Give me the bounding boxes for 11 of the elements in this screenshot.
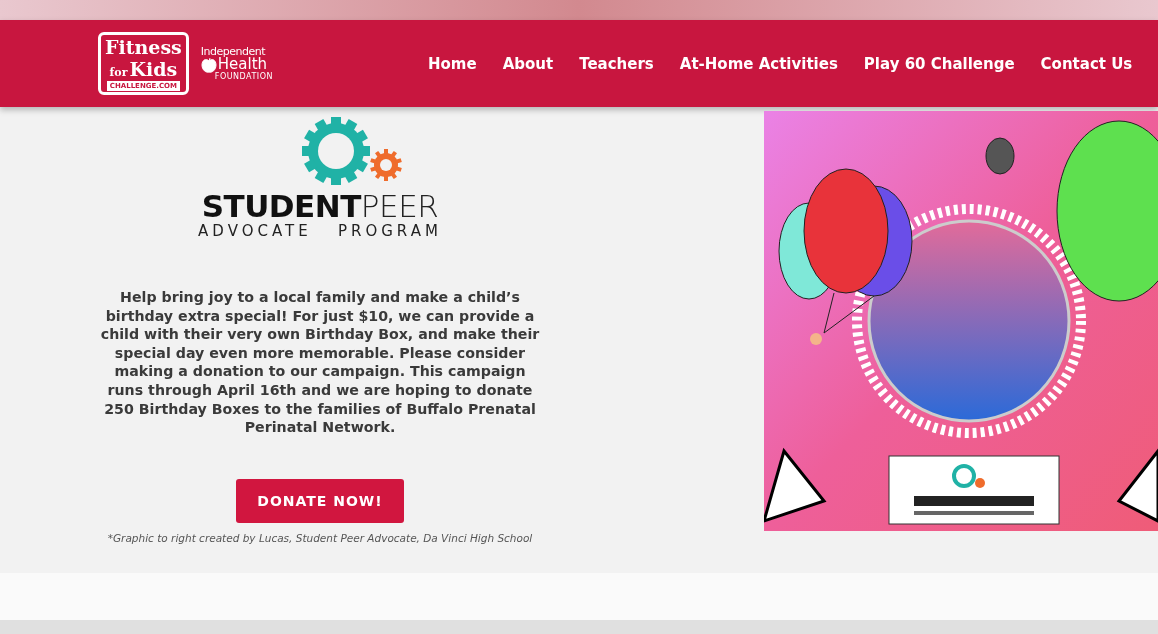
donate-button[interactable]: DONATE NOW!	[236, 478, 404, 523]
nav-link[interactable]: Play 60 Challenge	[863, 54, 1015, 73]
nav-link[interactable]: Home	[428, 54, 477, 73]
campaign-paragraph: Help bring joy to a local family and make a child’s birthday extra special! For just $10, we can provide a child with their very own Birthday Box, and make their special day even more memorable. Please consider making a donation to our campaign. This campaign runs through April 16th and we are hoping to donate 250 Birthday Boxes to the families of Buffalo Prenatal Perinatal Network.	[99, 288, 541, 437]
graphic-credit-caption: *Graphic to right created by Lucas, Student Peer Advocate, Da Vinci High School	[107, 531, 533, 544]
student-peer-logo: STUDENTPEER ADVOCATE PROGRAM	[198, 115, 442, 240]
independent-health-logo[interactable]: Independent Health FOUNDATION	[200, 45, 273, 82]
nav-link[interactable]: Contact Us	[1040, 54, 1133, 73]
nav-link[interactable]: At-Home Activities	[679, 54, 838, 73]
nav-link[interactable]: Teachers	[579, 54, 654, 73]
nav-link[interactable]: About	[502, 54, 554, 73]
